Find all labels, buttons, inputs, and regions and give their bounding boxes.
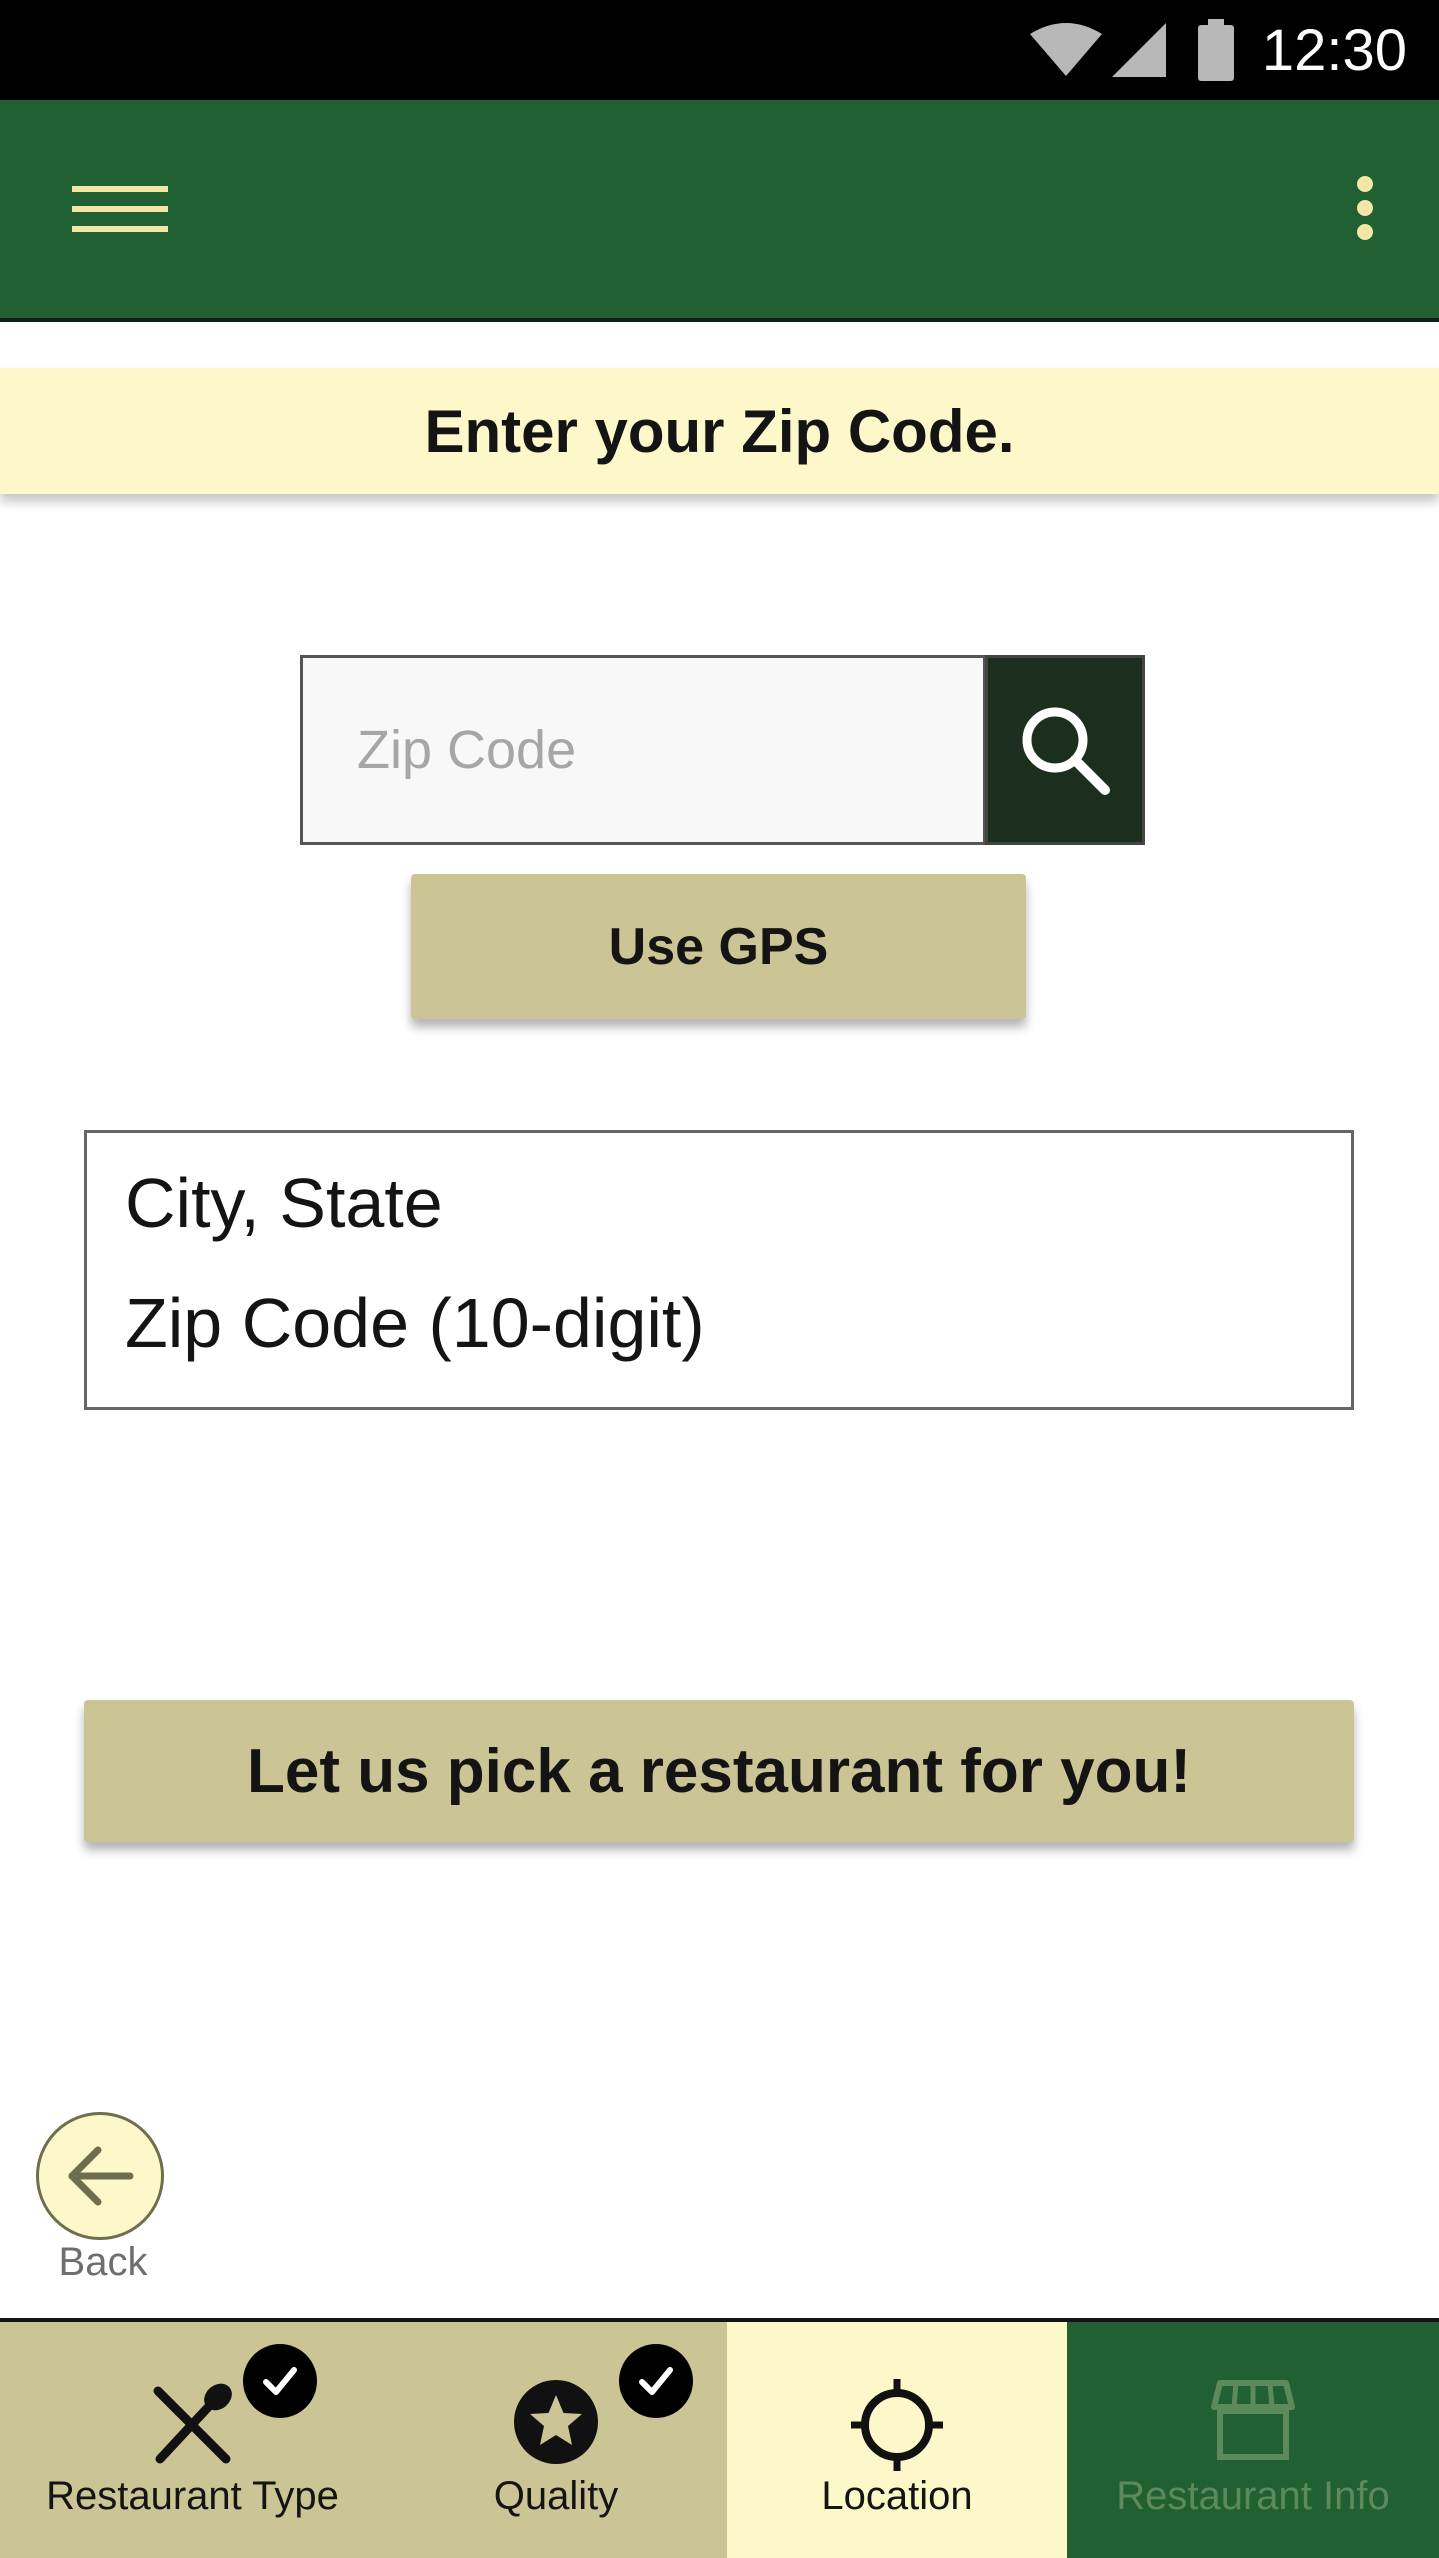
- use-gps-label: Use GPS: [608, 917, 829, 976]
- status-clock: 12:30: [1261, 17, 1407, 83]
- pick-restaurant-button[interactable]: Let us pick a restaurant for you!: [84, 1700, 1354, 1842]
- more-vert-icon[interactable]: [1319, 162, 1409, 252]
- nav-tab-restaurant-type[interactable]: Restaurant Type: [0, 2322, 385, 2558]
- utensils-icon: [153, 2383, 232, 2464]
- completed-check-icon: [243, 2344, 317, 2418]
- wifi-icon: [1029, 23, 1102, 76]
- nav-label-restaurant-info: Restaurant Info: [1116, 2474, 1390, 2518]
- prompt-banner: Enter your Zip Code.: [0, 368, 1439, 494]
- nav-tab-restaurant-info[interactable]: Restaurant Info: [1067, 2322, 1439, 2558]
- nav-tab-quality[interactable]: Quality: [385, 2322, 727, 2558]
- battery-icon: [1197, 19, 1234, 81]
- nav-label-quality: Quality: [493, 2474, 619, 2518]
- completed-check-icon: [619, 2344, 693, 2418]
- zip-code-text: Zip Code (10-digit): [125, 1284, 705, 1362]
- nav-tab-location[interactable]: Location: [727, 2322, 1067, 2558]
- search-button[interactable]: [985, 655, 1145, 845]
- location-target-icon: [851, 2379, 943, 2471]
- back-button[interactable]: [36, 2112, 164, 2240]
- nav-label-location: Location: [821, 2474, 973, 2518]
- nav-label-restaurant-type: Restaurant Type: [46, 2474, 339, 2518]
- pick-restaurant-label: Let us pick a restaurant for you!: [247, 1736, 1191, 1806]
- star-icon: [514, 2380, 598, 2464]
- location-result-box: City, State Zip Code (10-digit): [84, 1130, 1354, 1410]
- prompt-text: Enter your Zip Code.: [424, 397, 1015, 465]
- back-label: Back: [58, 2240, 148, 2284]
- arrow-left-icon: [68, 2146, 134, 2206]
- status-icons: 12:30: [1028, 14, 1407, 86]
- search-icon: [1022, 707, 1110, 795]
- zip-code-input[interactable]: [300, 655, 986, 845]
- use-gps-button[interactable]: Use GPS: [411, 874, 1026, 1019]
- status-bar: 12:30: [0, 0, 1439, 100]
- app-bar: [0, 100, 1439, 322]
- city-state-text: City, State: [125, 1164, 443, 1242]
- signal-icon: [1111, 23, 1166, 77]
- bottom-nav: Restaurant Type Quality Location Restaur…: [0, 2318, 1439, 2558]
- storefront-icon: [1211, 2380, 1295, 2460]
- hamburger-menu-icon[interactable]: [58, 170, 178, 250]
